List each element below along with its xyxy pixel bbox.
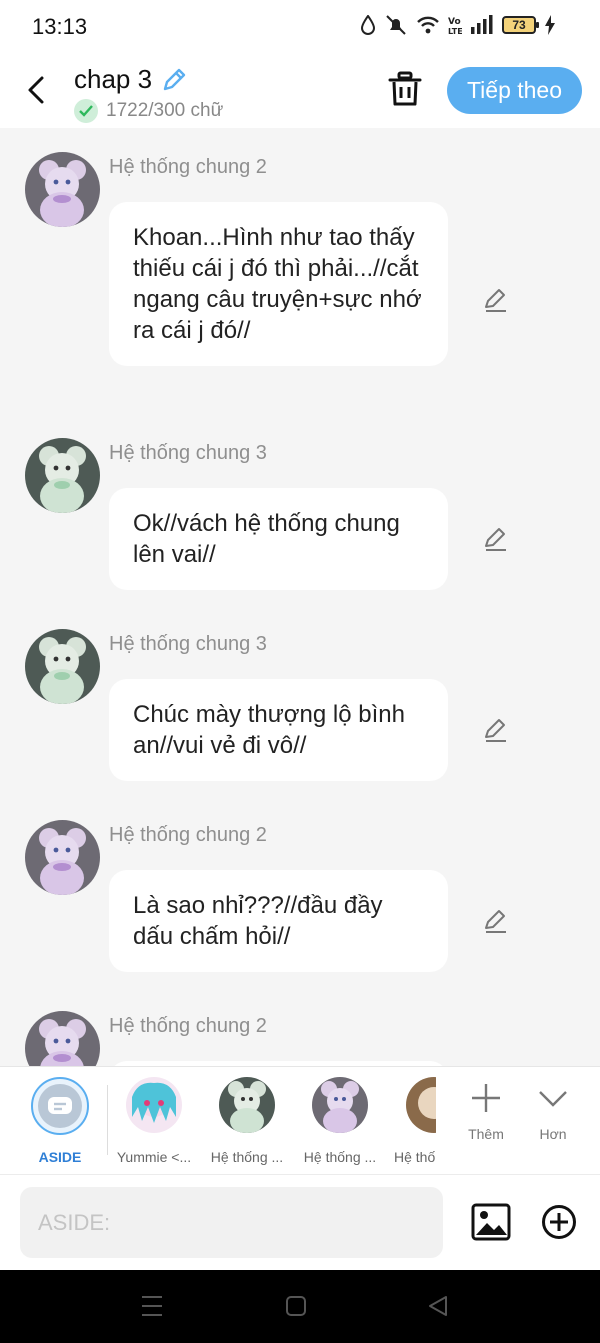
character-aside[interactable]: ASIDE: [17, 1077, 103, 1165]
character-he-thong-3[interactable]: Hệ thống ...: [204, 1077, 290, 1165]
more-button[interactable]: Thêm: [462, 1081, 510, 1142]
sender-name: Hệ thống chung 2: [109, 156, 267, 178]
charging-icon: [545, 15, 555, 35]
menu-icon[interactable]: [141, 1294, 163, 1318]
character-label: Hệ thống ...: [210, 1149, 284, 1165]
more-label: Thêm: [468, 1126, 504, 1142]
character-label: Hệ thống ...: [303, 1149, 377, 1165]
plus-icon: [472, 1084, 500, 1112]
volte-icon: VoLTE: [448, 17, 462, 35]
wifi-icon: [417, 16, 439, 34]
battery-icon: 73: [502, 16, 539, 34]
status-bar: 13:13 Vo LTE 73: [0, 0, 600, 52]
chapter-title: chap 3: [74, 64, 153, 94]
avatar[interactable]: [25, 438, 100, 513]
avatar: [406, 1077, 436, 1133]
home-icon[interactable]: [285, 1294, 307, 1318]
message-bubble[interactable]: Chúc mày thượng lộ bình an//vui vẻ đi vô…: [109, 679, 448, 781]
message-input[interactable]: [20, 1187, 443, 1258]
divider: [107, 1085, 108, 1155]
character-yummie[interactable]: Yummie <...: [111, 1077, 197, 1165]
back-button[interactable]: [20, 70, 54, 110]
add-button[interactable]: [541, 1204, 577, 1240]
input-bar: [0, 1174, 600, 1270]
mute-icon: [386, 15, 406, 35]
less-label: Hơn: [539, 1126, 567, 1142]
character-label: Yummie <...: [116, 1149, 192, 1165]
sender-name: Hệ thống chung 3: [109, 633, 267, 655]
character-partial[interactable]: Hệ thố: [392, 1077, 436, 1165]
character-he-thong-2[interactable]: Hệ thống ...: [297, 1077, 383, 1165]
delete-button[interactable]: [386, 70, 424, 108]
character-bar: ASIDE Yummie <... Hệ thống ... Hệ thống …: [0, 1066, 600, 1174]
edit-message-icon[interactable]: [482, 715, 510, 743]
check-icon: [74, 99, 98, 123]
edit-message-icon[interactable]: [482, 524, 510, 552]
message-bubble[interactable]: Ok//vách hệ thống chung lên vai//: [109, 488, 448, 590]
avatar[interactable]: [25, 820, 100, 895]
message-icon: [48, 1097, 72, 1114]
word-count: 1722/300 chữ: [106, 100, 224, 121]
character-label: ASIDE: [38, 1149, 82, 1165]
avatar[interactable]: [25, 152, 100, 227]
message-bubble[interactable]: Là sao nhỉ???//đầu đầy dấu chấm hỏi//: [109, 870, 448, 972]
sender-name: Hệ thống chung 2: [109, 824, 267, 846]
signal-icon: [471, 15, 493, 34]
edit-message-icon[interactable]: [482, 285, 510, 313]
status-time: 13:13: [32, 14, 88, 39]
avatar: [126, 1077, 182, 1133]
edit-title-icon[interactable]: [160, 66, 188, 94]
avatar: [312, 1077, 368, 1133]
back-nav-icon[interactable]: [427, 1294, 449, 1318]
sender-name: Hệ thống chung 3: [109, 442, 267, 464]
avatar[interactable]: [25, 629, 100, 704]
character-label: Hệ thố: [394, 1149, 436, 1165]
sender-name: Hệ thống chung 2: [109, 1015, 267, 1037]
svg-text:Vo: Vo: [448, 17, 461, 27]
svg-text:LTE: LTE: [448, 27, 462, 35]
avatar[interactable]: [25, 1011, 100, 1066]
message-bubble[interactable]: Khoan...Hình như tao thấy thiếu cái j đó…: [109, 202, 448, 366]
chapter-info: chap 3 1722/300 chữ: [74, 64, 223, 123]
chevron-down-icon: [539, 1091, 567, 1107]
aside-avatar: [31, 1077, 89, 1135]
less-button[interactable]: Hơn: [530, 1081, 576, 1142]
edit-message-icon[interactable]: [482, 906, 510, 934]
image-button[interactable]: [471, 1203, 511, 1241]
avatar: [219, 1077, 275, 1133]
status-icons: Vo LTE 73: [360, 14, 556, 36]
data-saver-icon: [360, 15, 376, 35]
next-button[interactable]: Tiếp theo: [447, 67, 582, 114]
system-nav-bar: [0, 1270, 600, 1343]
chat-list[interactable]: Hệ thống chung 2 Khoan...Hình như tao th…: [0, 128, 600, 1066]
editor-header: chap 3 1722/300 chữ Tiếp theo: [0, 52, 600, 128]
